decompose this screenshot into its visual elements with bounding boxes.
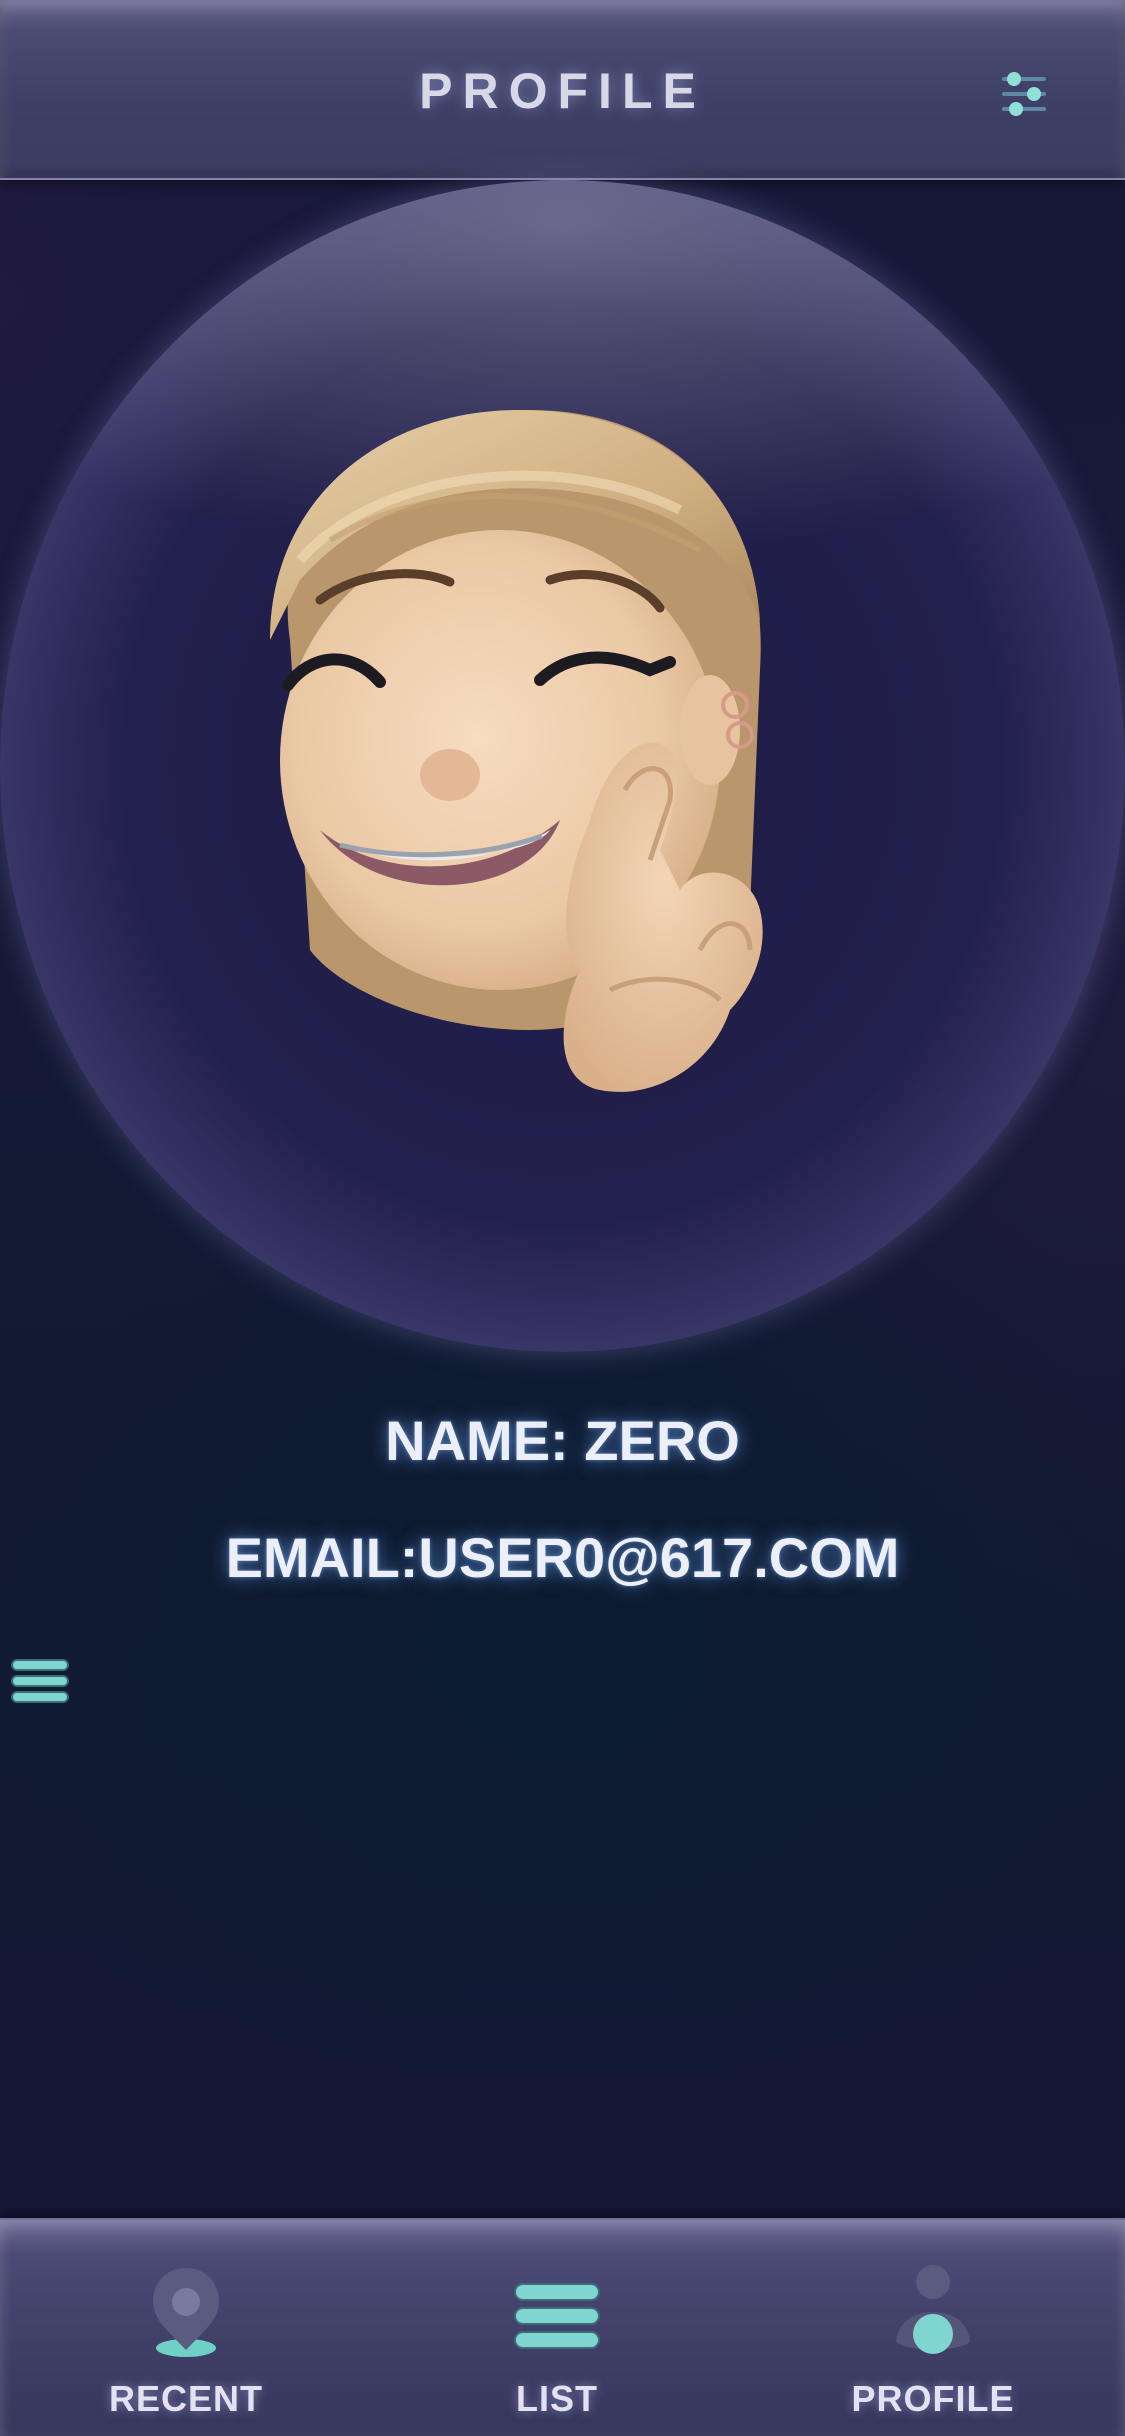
profile-screen: PROFILE NAME: ZERO EMAIL:USER0@617.COM R… — [0, 0, 1125, 2436]
tab-profile[interactable]: PROFILE — [783, 2220, 1083, 2436]
tab-list[interactable]: LIST — [407, 2220, 707, 2436]
side-menu-button[interactable] — [8, 1656, 72, 1716]
tab-list-label: LIST — [516, 2378, 598, 2419]
menu-lines-icon — [11, 1659, 69, 1703]
bottom-tab-bar: RECENT LIST PROFILE — [0, 2218, 1125, 2436]
person-icon — [896, 2265, 970, 2354]
tab-recent[interactable]: RECENT — [36, 2220, 336, 2436]
sliders-icon — [1002, 72, 1046, 116]
memoji-avatar — [270, 410, 763, 1092]
settings-button[interactable] — [992, 62, 1056, 126]
name-label: NAME: ZERO — [385, 1409, 740, 1472]
tab-profile-label: PROFILE — [851, 2378, 1015, 2419]
header-bar: PROFILE — [0, 0, 1125, 180]
email-label: EMAIL:USER0@617.COM — [225, 1526, 900, 1589]
tab-recent-label: RECENT — [108, 2378, 263, 2419]
list-icon — [514, 2283, 600, 2349]
page-title: PROFILE — [419, 63, 706, 119]
location-pin-icon — [153, 2268, 219, 2357]
